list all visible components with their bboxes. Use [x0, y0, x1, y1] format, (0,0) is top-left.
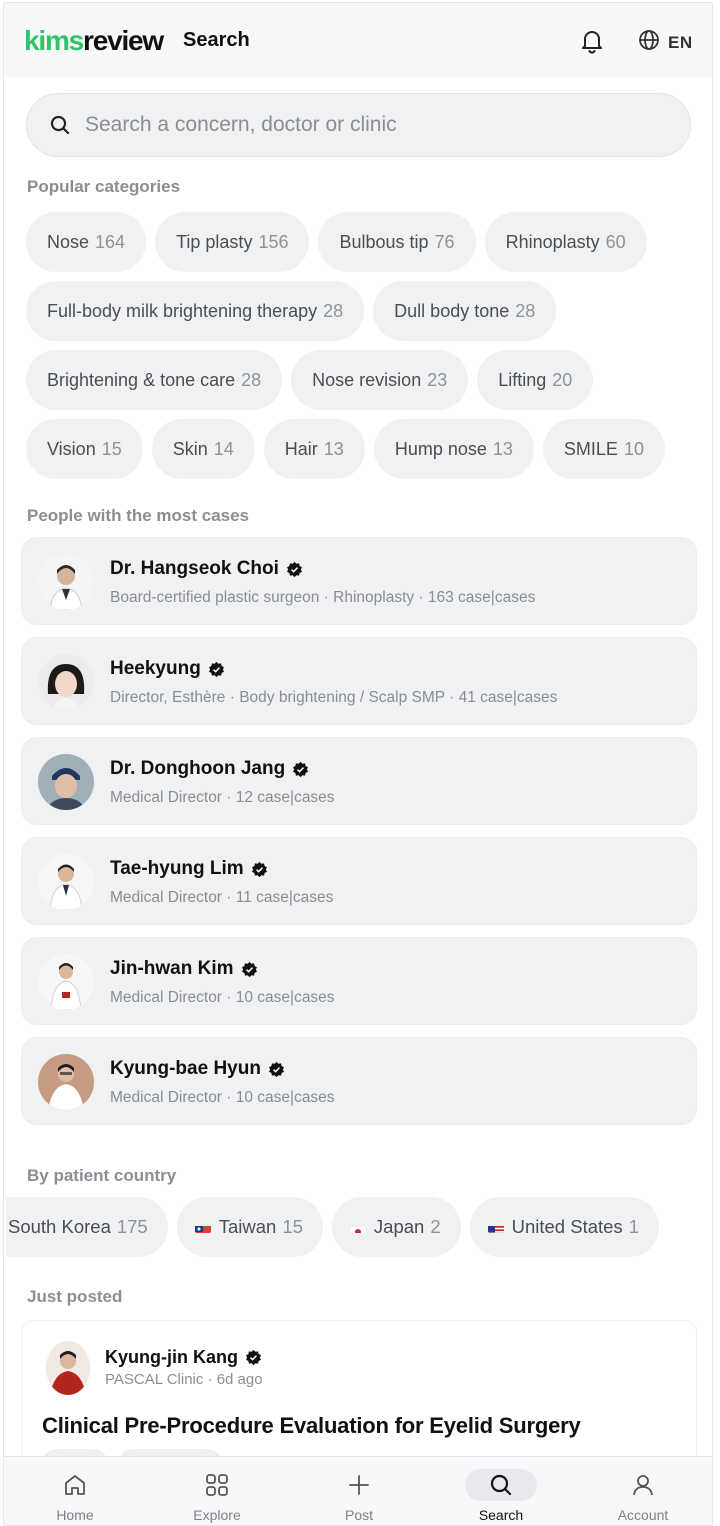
category-chips: Nose 164 Tip plasty 156 Bulbous tip 76 Rhin…: [26, 212, 696, 479]
person-subtitle: Director, Esthère · Body brightening / S…: [110, 689, 558, 706]
avatar: [38, 1054, 94, 1110]
plus-icon: [349, 1475, 369, 1495]
avatar: [38, 854, 94, 910]
japan-flag-icon: [349, 1221, 366, 1233]
person-name: Dr. Hangseok Choi: [110, 558, 303, 580]
nav-home[interactable]: Home: [4, 1457, 146, 1525]
just-posted-heading: Just posted: [27, 1287, 123, 1306]
bell-icon[interactable]: [578, 27, 606, 55]
grid-icon: [206, 1474, 228, 1496]
person-subtitle: Board-certified plastic surgeon · Rhinop…: [110, 589, 536, 606]
country-chip[interactable]: South Korea 175: [6, 1197, 168, 1257]
person-card[interactable]: Dr. Donghoon Jang Medical Director · 12 …: [21, 737, 697, 825]
person-name: Heekyung: [110, 658, 225, 680]
category-chip[interactable]: Dull body tone 28: [373, 281, 557, 341]
category-chip[interactable]: Vision 15: [26, 419, 143, 479]
avatar: [38, 654, 94, 710]
avatar: [38, 554, 94, 610]
category-chip[interactable]: Skin 14: [151, 419, 255, 479]
person-name: Jin-hwan Kim: [110, 958, 258, 980]
people-heading: People with the most cases: [27, 506, 250, 525]
user-icon: [633, 1475, 653, 1496]
avatar: [38, 954, 94, 1010]
post-title: Clinical Pre-Procedure Evaluation for Ey…: [42, 1413, 581, 1438]
person-subtitle: Medical Director · 11 case|cases: [110, 889, 334, 906]
countries-heading: By patient country: [27, 1166, 177, 1185]
popular-categories-heading: Popular categories: [27, 177, 181, 196]
app-frame: kimsreview Search EN Search a concern, d…: [3, 2, 713, 1526]
verified-badge-icon: [246, 1349, 261, 1366]
nav-explore[interactable]: Explore: [146, 1457, 288, 1525]
country-chip[interactable]: Taiwan 15: [176, 1197, 323, 1257]
category-chip[interactable]: Hair 13: [263, 419, 365, 479]
nav-account[interactable]: Account: [572, 1457, 712, 1525]
page-title: Search: [183, 29, 250, 51]
language-selector[interactable]: EN: [638, 29, 693, 56]
search-placeholder: Search a concern, doctor or clinic: [85, 113, 397, 136]
category-chip[interactable]: Nose 164: [26, 212, 147, 272]
verified-badge-icon: [251, 861, 267, 877]
home-icon: [65, 1475, 85, 1495]
top-bar: kimsreview Search EN: [4, 3, 712, 78]
person-card[interactable]: Dr. Hangseok Choi Board-certified plasti…: [21, 537, 697, 625]
person-card[interactable]: Jin-hwan Kim Medical Director · 10 case|…: [21, 937, 697, 1025]
person-card[interactable]: Kyung-bae Hyun Medical Director · 10 cas…: [21, 1037, 697, 1125]
category-chip[interactable]: Rhinoplasty 60: [484, 212, 647, 272]
verified-badge-icon: [286, 561, 302, 577]
post-meta: PASCAL Clinic · 6d ago: [105, 1371, 263, 1388]
country-chips: South Korea 175 Taiwan 15 Japan 2 United St…: [6, 1197, 712, 1259]
search-input[interactable]: Search a concern, doctor or clinic: [26, 93, 691, 157]
category-chip[interactable]: Full-body milk brightening therapy 28: [26, 281, 365, 341]
verified-badge-icon: [293, 761, 309, 777]
person-name: Dr. Donghoon Jang: [110, 758, 309, 780]
category-chip[interactable]: Bulbous tip 76: [318, 212, 476, 272]
search-icon: [490, 1474, 512, 1496]
category-chip[interactable]: Tip plasty 156: [155, 212, 310, 272]
person-name: Tae-hyung Lim: [110, 858, 268, 880]
category-chip[interactable]: Hump nose 13: [373, 419, 534, 479]
avatar: [46, 1341, 90, 1395]
country-chip[interactable]: United States 1: [469, 1197, 659, 1257]
avatar: [38, 754, 94, 810]
usa-flag-icon: [487, 1221, 504, 1233]
person-card[interactable]: Tae-hyung Lim Medical Director · 11 case…: [21, 837, 697, 925]
person-subtitle: Medical Director · 10 case|cases: [110, 989, 335, 1006]
verified-badge-icon: [268, 1061, 284, 1077]
person-subtitle: Medical Director · 10 case|cases: [110, 1089, 335, 1106]
category-chip[interactable]: SMILE 10: [542, 419, 665, 479]
people-list: Dr. Hangseok Choi Board-certified plasti…: [21, 537, 697, 1137]
category-chip[interactable]: Lifting 20: [477, 350, 594, 410]
verified-badge-icon: [208, 661, 224, 677]
taiwan-flag-icon: [194, 1221, 211, 1233]
bottom-navigation: Home Explore Post Search Account: [4, 1456, 712, 1525]
country-chip[interactable]: Japan 2: [331, 1197, 461, 1257]
category-chip[interactable]: Nose revision 23: [291, 350, 469, 410]
nav-search[interactable]: Search: [430, 1457, 572, 1525]
person-card[interactable]: Heekyung Director, Esthère · Body bright…: [21, 637, 697, 725]
person-name: Kyung-bae Hyun: [110, 1058, 285, 1080]
language-label: EN: [668, 32, 693, 52]
category-chip[interactable]: Brightening & tone care 28: [26, 350, 283, 410]
globe-icon: [638, 29, 660, 56]
search-icon: [50, 115, 70, 135]
brand-logo[interactable]: kimsreview: [24, 26, 164, 55]
verified-badge-icon: [241, 961, 257, 977]
post-author: Kyung-jin Kang: [105, 1347, 262, 1368]
nav-post[interactable]: Post: [288, 1457, 430, 1525]
person-subtitle: Medical Director · 12 case|cases: [110, 789, 335, 806]
